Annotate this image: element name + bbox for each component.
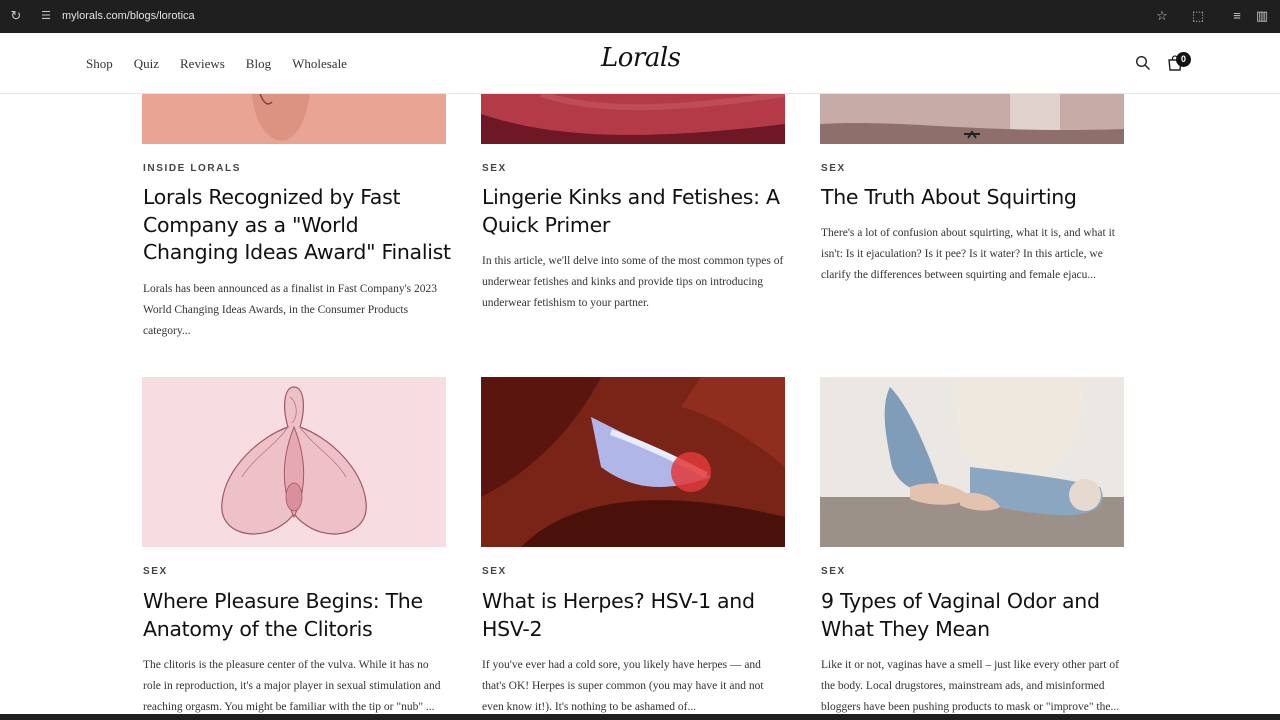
post-title[interactable]: Where Pleasure Begins: The Anatomy of th… (143, 588, 453, 643)
nav-blog[interactable]: Blog (246, 56, 271, 72)
post-excerpt: There's a lot of confusion about squirti… (821, 227, 1115, 281)
post-category[interactable]: SEX (482, 566, 507, 577)
address-bar[interactable]: mylorals.com/blogs/lorotica (62, 9, 195, 23)
nav-wholesale[interactable]: Wholesale (292, 56, 347, 72)
post-image[interactable] (481, 94, 785, 144)
side-panel-icon[interactable]: ▥ (1254, 8, 1270, 24)
post-title[interactable]: Lorals Recognized by Fast Company as a "… (143, 184, 453, 267)
post-category[interactable]: SEX (821, 163, 846, 174)
post-category[interactable]: SEX (482, 163, 507, 174)
media-control-icon[interactable]: ≡ (1229, 8, 1245, 24)
window-bottom-edge (0, 714, 1280, 720)
post-excerpt: Like it or not, vaginas have a smell – j… (821, 659, 1120, 713)
post-excerpt: Lorals has been announced as a finalist … (143, 283, 437, 337)
reload-icon[interactable]: ↻ (9, 9, 23, 23)
post-category[interactable]: INSIDE LORALS (143, 163, 241, 174)
post-image[interactable] (820, 377, 1124, 547)
extensions-icon[interactable]: ⬚ (1190, 8, 1206, 24)
post-title[interactable]: 9 Types of Vaginal Odor and What They Me… (821, 588, 1131, 643)
nav-shop[interactable]: Shop (86, 56, 113, 72)
nav-quiz[interactable]: Quiz (134, 56, 159, 72)
cart-count-badge: 0 (1176, 52, 1191, 67)
post-title[interactable]: What is Herpes? HSV-1 and HSV-2 (482, 588, 792, 643)
search-icon[interactable] (1135, 55, 1151, 71)
post-title[interactable]: The Truth About Squirting (821, 184, 1131, 212)
post-title[interactable]: Lingerie Kinks and Fetishes: A Quick Pri… (482, 184, 792, 239)
post-excerpt: The clitoris is the pleasure center of t… (143, 659, 441, 713)
main-nav: Shop Quiz Reviews Blog Wholesale (86, 33, 368, 94)
post-category[interactable]: SEX (143, 566, 168, 577)
blog-grid: INSIDE LORALS Lorals Recognized by Fast … (0, 94, 1280, 720)
nav-reviews[interactable]: Reviews (180, 56, 225, 72)
browser-toolbar: ↻ ☰ mylorals.com/blogs/lorotica ☆ ⬚ ≡ ▥ (0, 0, 1280, 33)
post-image[interactable] (820, 94, 1124, 144)
bookmark-star-icon[interactable]: ☆ (1154, 8, 1170, 24)
post-category[interactable]: SEX (821, 566, 846, 577)
post-excerpt: In this article, we'll delve into some o… (482, 255, 784, 309)
post-image[interactable] (481, 377, 785, 547)
post-image[interactable] (142, 94, 446, 144)
post-excerpt: If you've ever had a cold sore, you like… (482, 659, 764, 713)
post-image[interactable] (142, 377, 446, 547)
site-header: Shop Quiz Reviews Blog Wholesale Lorals (0, 33, 1280, 94)
site-logo[interactable]: Lorals (601, 43, 681, 73)
site-info-icon[interactable]: ☰ (39, 9, 53, 23)
